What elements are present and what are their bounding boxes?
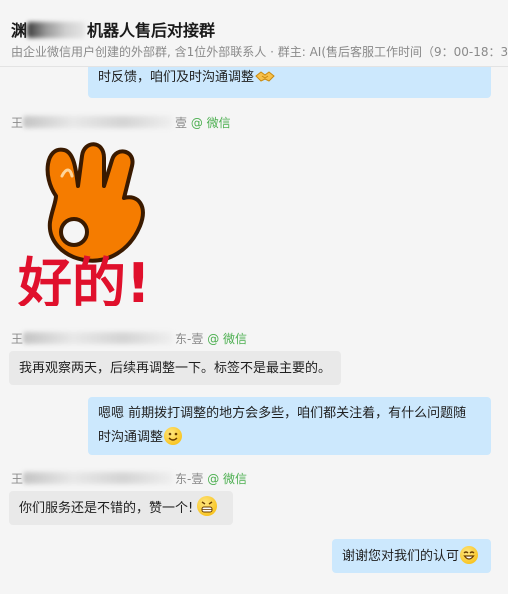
redacted-sender (23, 332, 174, 344)
message-text: 你们服务还是不错的，赞一个! (19, 501, 194, 516)
smile-emoji-icon (460, 546, 479, 564)
message-bubble-incoming[interactable]: 你们服务还是不错的，赞一个! (9, 491, 233, 525)
ok-hand-sticker-icon: 好的! (17, 142, 151, 315)
sticker-text: 好的! (17, 252, 151, 306)
redacted-sender (23, 116, 174, 128)
group-title-text: 机器人售后对接群 (87, 21, 216, 40)
redacted-name (27, 22, 86, 38)
sender-name-end: 壹 (175, 116, 188, 130)
ok-sticker[interactable]: 好的! (12, 136, 182, 315)
message-text: 时反馈，咱们及时沟通调整 (98, 70, 255, 85)
message-bubble-incoming[interactable]: 我再观察两天，后续再调整一下。标签不是最主要的。 (9, 351, 341, 385)
message-sender: 王 壹 @ 微信 (11, 114, 231, 130)
wechat-tag: @ 微信 (190, 116, 231, 130)
message-sender: 王 东-壹 @ 微信 (11, 330, 247, 346)
message-bubble-outgoing[interactable]: 谢谢您对我们的认可 (332, 539, 491, 573)
grin-emoji-icon (197, 496, 218, 516)
sender-name-end: 东-壹 (175, 332, 204, 346)
chat-header: 渊 机器人售后对接群 由企业微信用户创建的外部群, 含1位外部联系人 · 群主: … (0, 0, 508, 67)
message-text-line: 时沟通调整 (98, 430, 164, 445)
message-bubble-outgoing[interactable]: 时反馈，咱们及时沟通调整 (88, 66, 491, 98)
wechat-tag: @ 微信 (207, 472, 248, 486)
sender-name-start: 王 (11, 332, 24, 346)
handshake-emoji-icon (255, 71, 275, 82)
message-sender: 王 东-壹 @ 微信 (11, 470, 247, 486)
message-text: 我再观察两天，后续再调整一下。标签不是最主要的。 (19, 361, 332, 376)
group-title[interactable]: 渊 机器人售后对接群 (11, 17, 215, 41)
redacted-sender (23, 472, 174, 484)
sender-name-start: 王 (11, 116, 24, 130)
sender-name-start: 王 (11, 472, 24, 486)
group-subtitle: 由企业微信用户创建的外部群, 含1位外部联系人 · 群主: AI(售后客服工作时… (11, 45, 508, 59)
wechat-tag: @ 微信 (207, 332, 248, 346)
message-text-line: 嗯嗯 前期拨打调整的地方会多些，咱们都关注着，有什么问题随 (98, 406, 467, 421)
smile-emoji-icon (164, 427, 183, 445)
group-title-prefix: 渊 (11, 21, 28, 40)
message-text: 谢谢您对我们的认可 (342, 549, 460, 564)
message-bubble-outgoing[interactable]: 嗯嗯 前期拨打调整的地方会多些，咱们都关注着，有什么问题随 时沟通调整 (88, 397, 491, 455)
sender-name-end: 东-壹 (175, 472, 204, 486)
message-list[interactable]: 时反馈，咱们及时沟通调整 王壹 @ 微信 好的! 王东-壹 @ 微信 我再观察两… (0, 66, 508, 594)
